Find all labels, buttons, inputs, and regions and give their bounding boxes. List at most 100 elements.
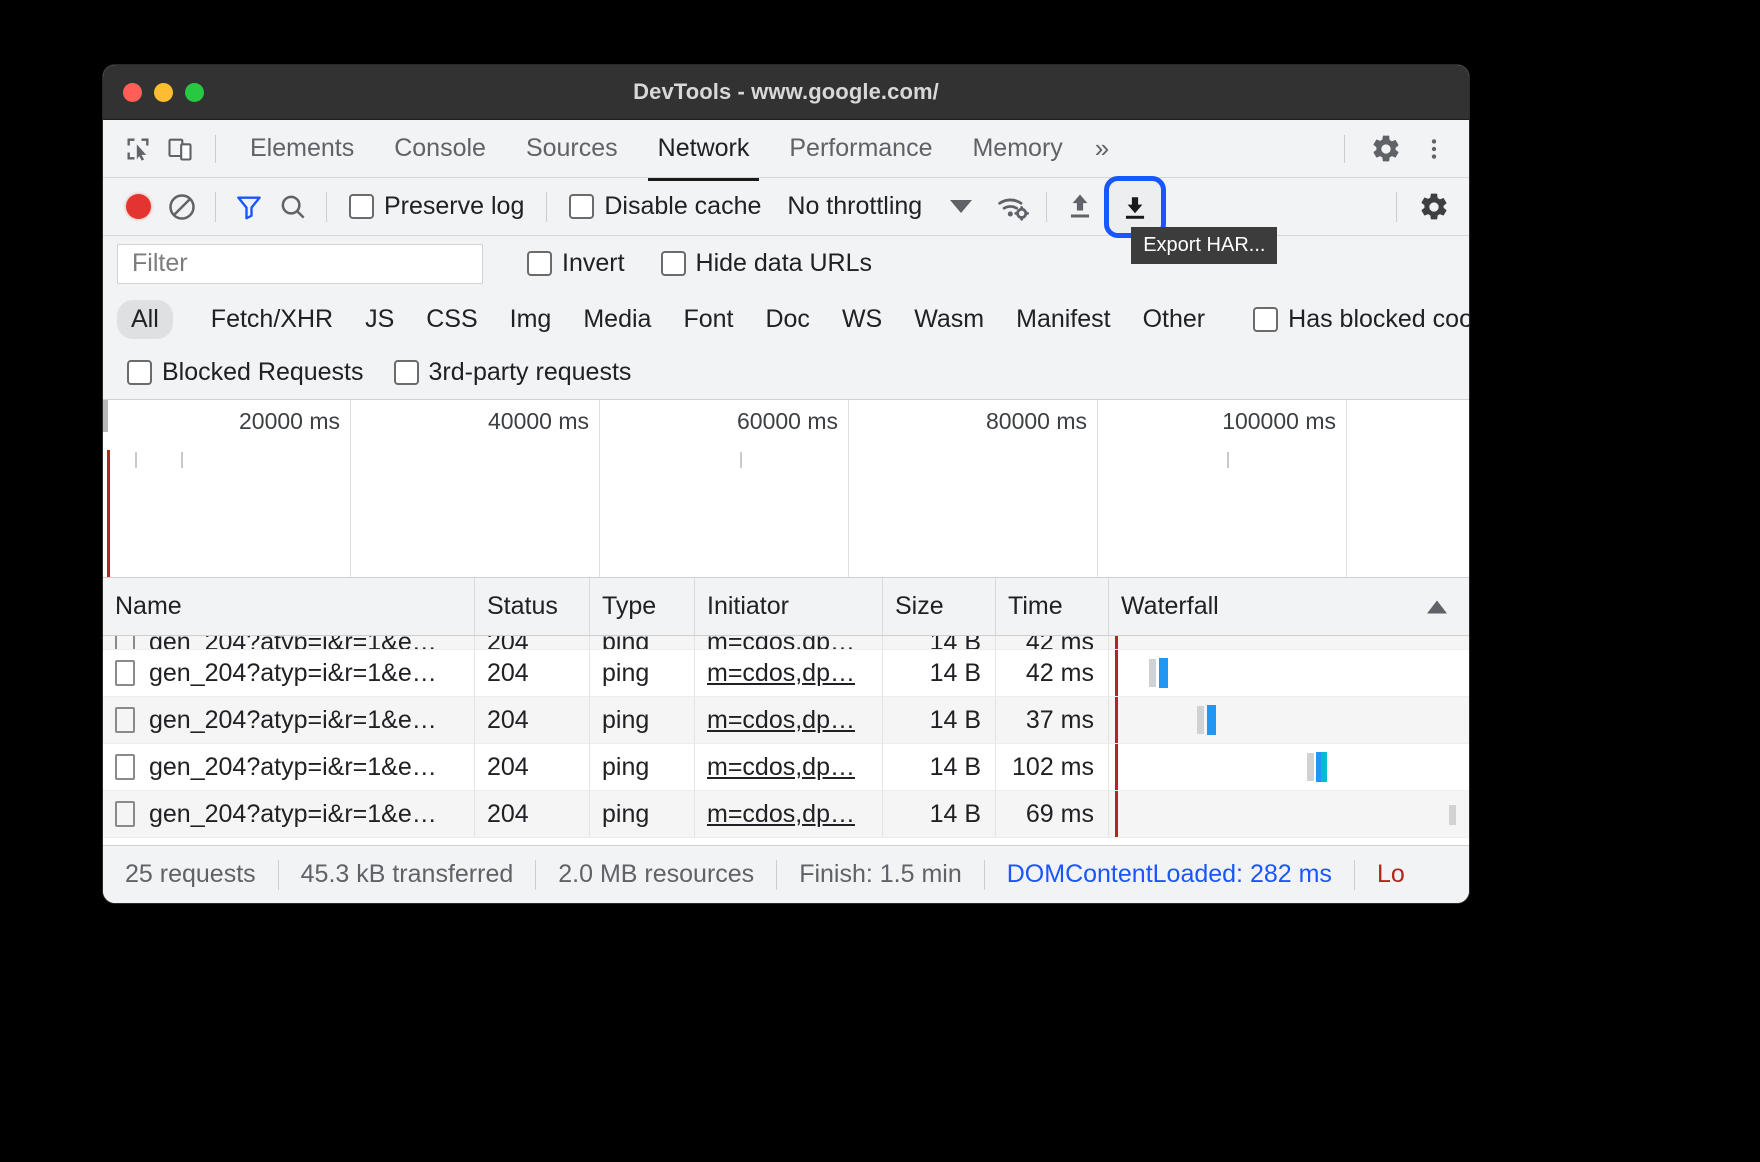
table-row[interactable]: gen_204?atyp=i&r=1&e… 204 ping m=cdos,dp… <box>103 791 1469 838</box>
invert-checkbox[interactable]: Invert <box>483 249 635 278</box>
chevron-down-icon[interactable] <box>950 200 973 213</box>
load-time: Lo <box>1376 860 1405 888</box>
row-initiator[interactable]: m=cdos,dp… <box>695 650 883 696</box>
transferred-size: 45.3 kB transferred <box>300 860 514 888</box>
row-type: ping <box>590 744 695 790</box>
type-filter-media[interactable]: Media <box>569 300 665 339</box>
device-toolbar-icon[interactable] <box>159 128 201 170</box>
type-filter-fetch-xhr[interactable]: Fetch/XHR <box>197 300 347 339</box>
type-filter-doc[interactable]: Doc <box>751 300 823 339</box>
row-initiator[interactable]: m=cdos,dp… <box>695 791 883 837</box>
type-filter-wasm[interactable]: Wasm <box>900 300 998 339</box>
has-blocked-cookies-box[interactable] <box>1253 306 1279 332</box>
overview-dom-marker <box>107 450 110 577</box>
footer-divider-2 <box>535 859 537 890</box>
devtools-window: DevTools - www.google.com/ Elements Cons… <box>103 65 1469 903</box>
tab-elements[interactable]: Elements <box>230 126 374 171</box>
row-initiator[interactable]: m=cdos,dp… <box>695 744 883 790</box>
row-time: 37 ms <box>996 697 1109 743</box>
blocked-requests-checkbox[interactable]: Blocked Requests <box>117 358 374 387</box>
row-name: gen_204?atyp=i&r=1&e… <box>149 636 437 649</box>
tab-sources[interactable]: Sources <box>506 126 638 171</box>
type-filter-other[interactable]: Other <box>1129 300 1220 339</box>
document-icon <box>115 707 135 733</box>
row-name-cell[interactable]: gen_204?atyp=i&r=1&e… <box>103 697 475 743</box>
clear-button[interactable] <box>161 186 203 228</box>
more-options-icon[interactable] <box>1413 128 1455 170</box>
column-header-type[interactable]: Type <box>590 578 695 635</box>
type-filter-img[interactable]: Img <box>496 300 566 339</box>
tab-network[interactable]: Network <box>638 126 770 181</box>
third-party-requests-checkbox[interactable]: 3rd-party requests <box>374 358 642 387</box>
export-har-button[interactable]: Export HAR... <box>1104 175 1278 264</box>
requests-table-body[interactable]: gen_204?atyp=i&r=1&e… 204 ping m=cdos,dp… <box>103 636 1469 838</box>
throttling-select-value[interactable]: No throttling <box>773 192 922 221</box>
column-header-status[interactable]: Status <box>475 578 590 635</box>
tab-console[interactable]: Console <box>374 126 506 171</box>
sort-ascending-icon <box>1427 600 1447 613</box>
requests-count: 25 requests <box>125 860 256 888</box>
blocked-requests-box[interactable] <box>127 360 152 385</box>
document-icon <box>115 801 135 827</box>
row-initiator[interactable]: m=cdos,dp… <box>695 697 883 743</box>
search-icon[interactable] <box>272 186 314 228</box>
tabstrip-right-actions <box>1330 128 1455 170</box>
disable-cache-checkbox[interactable]: Disable cache <box>559 192 771 221</box>
has-blocked-cookies-checkbox[interactable]: Has blocked cookies <box>1223 305 1469 334</box>
filter-icon[interactable] <box>228 186 270 228</box>
overview-tick-40000: 40000 ms <box>487 408 589 434</box>
network-conditions-icon[interactable] <box>992 186 1034 228</box>
row-initiator[interactable]: m=cdos,dp… <box>695 636 883 649</box>
type-filter-css[interactable]: CSS <box>412 300 491 339</box>
document-icon <box>115 660 135 686</box>
row-waterfall <box>1109 650 1469 696</box>
type-filter-ws[interactable]: WS <box>828 300 896 339</box>
tabstrip-divider <box>215 134 216 163</box>
column-header-initiator[interactable]: Initiator <box>695 578 883 635</box>
column-header-waterfall[interactable]: Waterfall <box>1109 578 1469 635</box>
type-filter-manifest[interactable]: Manifest <box>1002 300 1124 339</box>
row-name-cell[interactable]: gen_204?atyp=i&r=1&e… <box>103 636 475 649</box>
type-filter-font[interactable]: Font <box>669 300 747 339</box>
panel-tabs: Elements Console Sources Network Perform… <box>230 126 1121 181</box>
disable-cache-box[interactable] <box>569 194 595 219</box>
table-row[interactable]: gen_204?atyp=i&r=1&e… 204 ping m=cdos,dp… <box>103 697 1469 744</box>
row-size: 14 B <box>883 744 996 790</box>
row-name-cell[interactable]: gen_204?atyp=i&r=1&e… <box>103 744 475 790</box>
inspect-element-icon[interactable] <box>117 128 159 170</box>
table-row[interactable]: gen_204?atyp=i&r=1&e… 204 ping m=cdos,dp… <box>103 650 1469 697</box>
preserve-log-checkbox[interactable]: Preserve log <box>339 192 534 221</box>
type-filter-all[interactable]: All <box>117 299 173 339</box>
tab-memory[interactable]: Memory <box>952 126 1082 171</box>
column-header-size[interactable]: Size <box>883 578 996 635</box>
request-options-row: Blocked Requests 3rd-party requests <box>103 346 1469 400</box>
record-button[interactable] <box>117 186 159 228</box>
screenshot-root: DevTools - www.google.com/ Elements Cons… <box>0 0 1760 1162</box>
table-row[interactable]: gen_204?atyp=i&r=1&e… 204 ping m=cdos,dp… <box>103 636 1469 650</box>
row-type: ping <box>590 636 695 649</box>
settings-gear-icon[interactable] <box>1365 128 1407 170</box>
hide-data-urls-checkbox[interactable]: Hide data URLs <box>635 249 882 278</box>
more-tabs-icon[interactable]: » <box>1083 129 1121 168</box>
row-size: 14 B <box>883 636 996 649</box>
row-size: 14 B <box>883 791 996 837</box>
invert-box[interactable] <box>527 251 552 276</box>
column-header-name[interactable]: Name <box>103 578 475 635</box>
network-settings-gear-icon[interactable] <box>1413 186 1455 228</box>
table-row[interactable]: gen_204?atyp=i&r=1&e… 204 ping m=cdos,dp… <box>103 744 1469 791</box>
row-name-cell[interactable]: gen_204?atyp=i&r=1&e… <box>103 791 475 837</box>
third-party-requests-box[interactable] <box>393 360 419 385</box>
import-har-icon[interactable] <box>1059 186 1101 228</box>
type-filter-js[interactable]: JS <box>351 300 408 339</box>
network-toolbar-right <box>1386 186 1455 228</box>
column-header-time[interactable]: Time <box>996 578 1109 635</box>
row-name-cell[interactable]: gen_204?atyp=i&r=1&e… <box>103 650 475 696</box>
toolbar-divider-1 <box>215 191 216 222</box>
preserve-log-box[interactable] <box>349 194 374 219</box>
invert-label: Invert <box>562 249 625 277</box>
tab-performance[interactable]: Performance <box>769 126 952 171</box>
filter-input[interactable]: Filter <box>117 243 483 284</box>
hide-data-urls-box[interactable] <box>660 251 686 276</box>
network-overview-timeline[interactable]: 20000 ms 40000 ms 60000 ms 80000 ms 1000… <box>103 400 1469 578</box>
overview-tick-20000: 20000 ms <box>238 408 340 434</box>
